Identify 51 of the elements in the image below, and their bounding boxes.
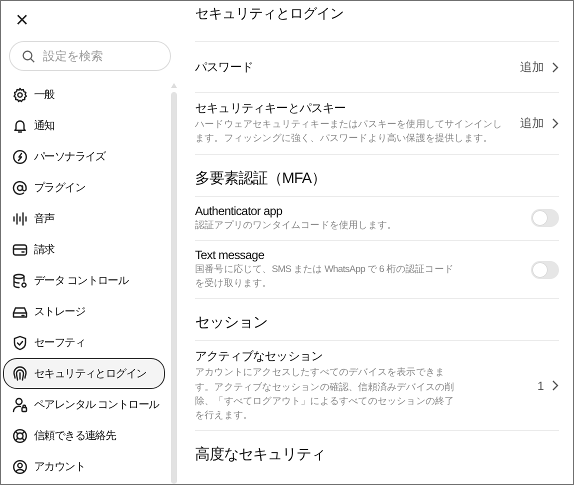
search-icon (22, 50, 35, 62)
sidebar-item[interactable]: 請求 (3, 234, 165, 265)
row-action[interactable]: 追加 (520, 114, 559, 132)
sidebar-item[interactable]: セーフティ (3, 327, 165, 358)
chevron-icon (552, 118, 559, 129)
sidebar-item[interactable]: ストレージ (3, 296, 165, 327)
section-heading: 多要素認証（MFA） (195, 168, 327, 188)
row-description: 国番号に応じて、SMS または WhatsApp で 6 桁の認証コードを受け取ります。 (195, 262, 454, 291)
sidebar-item[interactable]: 音声 (3, 203, 165, 234)
sidebar-item[interactable]: 通知 (3, 110, 165, 141)
search-box[interactable]: 設定を検索 (9, 41, 171, 71)
sidebar-item[interactable]: ペアレンタル コントロール (3, 389, 165, 420)
scrollbar[interactable] (170, 83, 178, 484)
gear-icon (12, 86, 28, 102)
row-title: Authenticator app (195, 204, 284, 218)
scroll-up-icon[interactable] (171, 83, 177, 88)
sidebar-item[interactable]: パーソナライズ (3, 141, 165, 172)
row-action[interactable]: 1 (537, 378, 559, 393)
sidebar-item[interactable]: データ コントロール (3, 265, 165, 296)
close-button[interactable]: × (7, 5, 37, 35)
row-description: アカウントにアクセスしたすべてのデバイスを表示できます。アクティブなセッションの確認、信頼済みデバイスの削除、「すべてログアウト」によるすべてのセッションの終了を行えます。 (195, 366, 456, 423)
row-description: ハードウェアセキュリティキーまたはパスキーを使用してサインインします。フィッシングに強く、パスワードより高い保護を提供します。 (195, 118, 504, 146)
row-title: アクティブなセッション (195, 348, 324, 366)
sidebar-item[interactable]: 一般 (3, 79, 165, 110)
row-description: 認証アプリのワンタイムコードを使用します。 (195, 218, 398, 232)
waveform-icon (12, 210, 28, 226)
toggle-switch[interactable] (531, 260, 559, 278)
sidebar-item[interactable]: アカウント (3, 451, 165, 482)
row-action[interactable]: 追加 (520, 58, 559, 76)
fingerprint-icon (12, 366, 28, 382)
page-title: セキュリティとログイン (195, 5, 344, 23)
person-lock-icon (12, 396, 28, 412)
sidebar-item[interactable]: プラグイン (3, 172, 165, 203)
row-title: パスワード (195, 58, 254, 76)
shield-icon (12, 334, 28, 350)
lifebuoy-icon (12, 428, 28, 444)
sidebar-item[interactable]: セキュリティとログイン (3, 358, 165, 389)
card-icon (12, 242, 28, 258)
section-heading: 高度なセキュリティ (195, 445, 326, 466)
chevron-icon (552, 62, 559, 72)
sidebar-item[interactable]: 信頼できる連絡先 (3, 420, 165, 451)
database-icon (12, 272, 28, 288)
row-title: セキュリティキーとパスキー (195, 100, 347, 117)
toggle-switch[interactable] (531, 209, 559, 228)
row-title: Text message (195, 248, 266, 262)
person-circle-icon (12, 458, 28, 474)
at-sign-icon (12, 180, 28, 196)
chevron-icon (552, 380, 559, 392)
section-heading: セッション (195, 313, 268, 334)
search-field[interactable]: 設定を検索 (43, 49, 158, 63)
bell-icon (12, 118, 28, 134)
